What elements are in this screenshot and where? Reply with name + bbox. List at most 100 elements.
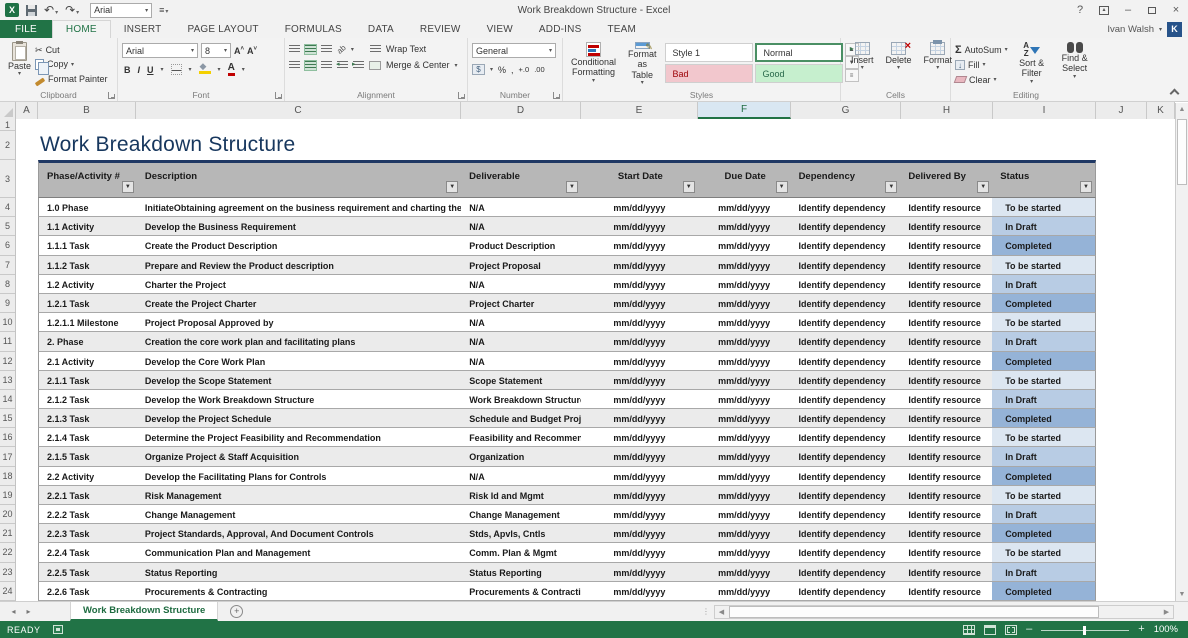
table-cell[interactable]: mm/dd/yyyy: [698, 198, 791, 216]
status-cell[interactable]: To be started: [992, 313, 1095, 331]
table-cell[interactable]: Feasibility and Recommendation: [461, 428, 581, 446]
status-cell[interactable]: To be started: [992, 371, 1095, 389]
table-cell[interactable]: Identify dependency: [791, 543, 901, 561]
table-cell[interactable]: Creation the core work plan and facilita…: [137, 332, 461, 350]
number-format-combobox[interactable]: General▾: [472, 43, 556, 58]
row-header-11[interactable]: 11: [0, 332, 15, 351]
table-cell[interactable]: 2.1 Activity: [39, 352, 137, 370]
align-middle-icon[interactable]: [305, 45, 316, 54]
table-cell[interactable]: mm/dd/yyyy: [698, 236, 791, 254]
table-cell[interactable]: Identify resource: [900, 352, 992, 370]
normal-view-icon[interactable]: [963, 625, 975, 635]
scroll-right-icon[interactable]: ▶: [1160, 606, 1173, 618]
table-cell[interactable]: Stds, Apvls, Cntls: [461, 524, 581, 542]
redo-button[interactable]: ↷▾: [65, 4, 79, 16]
table-cell[interactable]: Schedule and Budget Projection: [461, 409, 581, 427]
scroll-down-icon[interactable]: ▼: [1176, 588, 1188, 601]
table-cell[interactable]: Identify resource: [900, 198, 992, 216]
number-dialog-launcher[interactable]: [553, 92, 560, 99]
comma-style-button[interactable]: ,: [511, 65, 514, 75]
row-header-6[interactable]: 6: [0, 236, 15, 255]
status-cell[interactable]: In Draft: [992, 332, 1095, 350]
status-cell[interactable]: In Draft: [992, 217, 1095, 235]
filter-dropdown-icon[interactable]: ▼: [977, 181, 989, 193]
row-header-10[interactable]: 10: [0, 313, 15, 332]
column-header-a[interactable]: A: [16, 102, 38, 119]
table-cell[interactable]: Identify dependency: [791, 563, 901, 581]
filter-dropdown-icon[interactable]: ▼: [683, 181, 695, 193]
table-cell[interactable]: Identify resource: [900, 294, 992, 312]
table-cell[interactable]: 1.1.1 Task: [39, 236, 137, 254]
row-header-7[interactable]: 7: [0, 256, 15, 275]
table-cell[interactable]: 1.2 Activity: [39, 275, 137, 293]
clear-button[interactable]: Clear▾: [955, 72, 1008, 87]
style-swatch-bad[interactable]: Bad: [665, 64, 753, 83]
ribbon-tab-insert[interactable]: INSERT: [111, 20, 175, 38]
table-cell[interactable]: Identify resource: [900, 582, 992, 600]
table-cell[interactable]: mm/dd/yyyy: [581, 371, 698, 389]
ribbon-display-options-button[interactable]: ▴: [1092, 1, 1116, 19]
table-cell[interactable]: Identify dependency: [791, 390, 901, 408]
table-cell[interactable]: Identify dependency: [791, 486, 901, 504]
vertical-scrollbar-thumb[interactable]: [1177, 119, 1187, 185]
table-cell[interactable]: Communication Plan and Management: [137, 543, 461, 561]
increase-decimal-button[interactable]: +.0: [519, 65, 530, 74]
status-cell[interactable]: Completed: [992, 582, 1095, 600]
decrease-decimal-button[interactable]: .00: [534, 65, 544, 74]
table-cell[interactable]: 2.1.3 Task: [39, 409, 137, 427]
conditional-formatting-button[interactable]: Conditional Formatting▾: [567, 41, 620, 88]
zoom-slider-thumb[interactable]: [1083, 626, 1086, 635]
table-cell[interactable]: 2. Phase: [39, 332, 137, 350]
column-header-j[interactable]: J: [1096, 102, 1147, 119]
wrap-text-button[interactable]: Wrap Text: [386, 44, 426, 54]
fill-color-icon[interactable]: [199, 65, 211, 74]
filter-dropdown-icon[interactable]: ▼: [776, 181, 788, 193]
table-cell[interactable]: mm/dd/yyyy: [581, 256, 698, 274]
increase-indent-icon[interactable]: [353, 61, 364, 70]
table-cell[interactable]: InitiateObtaining agreement on the busin…: [137, 198, 461, 216]
row-header-21[interactable]: 21: [0, 524, 15, 543]
table-cell[interactable]: Identify resource: [900, 313, 992, 331]
horizontal-scrollbar[interactable]: ◀ ▶: [714, 605, 1174, 619]
sheet-title-cell[interactable]: Work Breakdown Structure: [40, 133, 295, 157]
table-cell[interactable]: 1.0 Phase: [39, 198, 137, 216]
align-right-icon[interactable]: [321, 61, 332, 70]
table-cell[interactable]: Status Reporting: [137, 563, 461, 581]
table-cell[interactable]: 2.2 Activity: [39, 467, 137, 485]
table-cell[interactable]: mm/dd/yyyy: [581, 524, 698, 542]
table-cell[interactable]: Identify dependency: [791, 447, 901, 465]
table-cell[interactable]: mm/dd/yyyy: [581, 313, 698, 331]
ribbon-tab-data[interactable]: DATA: [355, 20, 407, 38]
table-cell[interactable]: mm/dd/yyyy: [698, 256, 791, 274]
table-cell[interactable]: Identify resource: [900, 332, 992, 350]
table-cell[interactable]: 2.1.4 Task: [39, 428, 137, 446]
table-cell[interactable]: Identify resource: [900, 505, 992, 523]
table-cell[interactable]: Identify dependency: [791, 582, 901, 600]
table-cell[interactable]: mm/dd/yyyy: [698, 371, 791, 389]
status-cell[interactable]: To be started: [992, 428, 1095, 446]
ribbon-tab-review[interactable]: REVIEW: [407, 20, 474, 38]
table-cell[interactable]: mm/dd/yyyy: [581, 236, 698, 254]
table-cell[interactable]: Project Proposal Approved by: [137, 313, 461, 331]
table-cell[interactable]: mm/dd/yyyy: [581, 390, 698, 408]
table-cell[interactable]: Identify resource: [900, 236, 992, 254]
table-cell[interactable]: 2.2.4 Task: [39, 543, 137, 561]
format-as-table-button[interactable]: Format as Table▾: [624, 41, 661, 88]
row-header-16[interactable]: 16: [0, 428, 15, 447]
row-header-2[interactable]: 2: [0, 131, 15, 160]
table-cell[interactable]: mm/dd/yyyy: [698, 563, 791, 581]
save-icon[interactable]: [26, 5, 37, 16]
merge-center-button[interactable]: Merge & Center: [386, 60, 450, 70]
table-cell[interactable]: Identify resource: [900, 371, 992, 389]
font-family-combobox[interactable]: Arial▾: [122, 43, 198, 58]
status-cell[interactable]: Completed: [992, 236, 1095, 254]
style-swatch-good[interactable]: Good: [755, 64, 843, 83]
table-cell[interactable]: mm/dd/yyyy: [581, 447, 698, 465]
copy-button[interactable]: Copy▾: [35, 57, 108, 71]
filter-dropdown-icon[interactable]: ▼: [122, 181, 134, 193]
table-cell[interactable]: Identify dependency: [791, 275, 901, 293]
column-header-g[interactable]: G: [791, 102, 901, 119]
status-cell[interactable]: Completed: [992, 524, 1095, 542]
table-cell[interactable]: Product Description: [461, 236, 581, 254]
status-cell[interactable]: To be started: [992, 543, 1095, 561]
